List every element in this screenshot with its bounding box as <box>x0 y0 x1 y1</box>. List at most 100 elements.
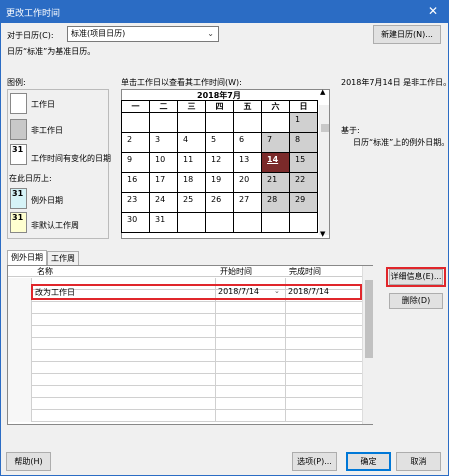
help-button[interactable]: 帮助(H) <box>6 452 51 471</box>
calendar-day[interactable]: 30 <box>121 212 150 233</box>
weekday-header: 三 <box>177 100 206 113</box>
calendar-day[interactable]: 1 <box>289 112 318 133</box>
calendar-day[interactable]: 9 <box>121 152 150 173</box>
calendar-day[interactable]: 22 <box>289 172 318 193</box>
change-working-time-dialog: 更改工作时间 ✕ 对于日历(C): 标准(项目日历) ⌄ 新建日历(N)... … <box>0 0 449 476</box>
calendar-day[interactable]: 17 <box>149 172 178 193</box>
cancel-button[interactable]: 取消 <box>396 452 441 471</box>
calendar-day[interactable]: 24 <box>149 192 178 213</box>
row-selector[interactable] <box>8 386 32 398</box>
column-name[interactable]: 名称 <box>37 266 53 277</box>
calendar-empty-cell <box>289 212 318 233</box>
calendar-day[interactable]: 14 <box>261 152 290 173</box>
table-row[interactable] <box>8 326 362 338</box>
calendar-select[interactable]: 标准(项目日历) ⌄ <box>67 26 219 42</box>
swatch-number: 31 <box>12 189 24 198</box>
column-divider <box>215 302 216 314</box>
row-name[interactable]: 改为工作日 <box>35 287 75 298</box>
close-icon[interactable]: ✕ <box>428 4 438 18</box>
table-row[interactable] <box>8 362 362 374</box>
calendar-day[interactable]: 11 <box>177 152 206 173</box>
row-selector[interactable] <box>8 302 32 314</box>
calendar-empty-cell <box>233 112 262 133</box>
calendar-day[interactable]: 21 <box>261 172 290 193</box>
row-selector[interactable] <box>8 338 32 350</box>
column-finish[interactable]: 完成时间 <box>289 266 321 277</box>
calendar-empty-cell <box>177 212 206 233</box>
row-start[interactable]: 2018/7/14 <box>218 287 259 296</box>
calendar-day[interactable]: 16 <box>121 172 150 193</box>
row-selector[interactable] <box>8 314 32 326</box>
based-on-label: 基于: <box>341 126 360 135</box>
scroll-thumb[interactable] <box>365 280 373 358</box>
calendar-for-label: 对于日历(C): <box>7 31 54 40</box>
calendar-empty-cell <box>261 112 290 133</box>
calendar-day[interactable]: 12 <box>205 152 234 173</box>
calendar-day[interactable]: 29 <box>289 192 318 213</box>
calendar-day[interactable]: 3 <box>149 132 178 153</box>
row-selector[interactable] <box>8 290 32 302</box>
table-row[interactable] <box>8 314 362 326</box>
calendar-day[interactable]: 7 <box>261 132 290 153</box>
calendar-day[interactable]: 18 <box>177 172 206 193</box>
row-selector[interactable] <box>8 410 32 422</box>
delete-button[interactable]: 删除(D) <box>389 293 443 309</box>
start-dropdown-icon[interactable]: ⌄ <box>274 287 280 295</box>
row-selector[interactable] <box>8 326 32 338</box>
details-button[interactable]: 详细信息(E)... <box>389 269 443 285</box>
table-row[interactable] <box>8 398 362 410</box>
row-finish[interactable]: 2018/7/14 <box>288 287 329 296</box>
day-status: 2018年7月14日 是非工作日。 <box>341 78 449 87</box>
row-selector[interactable] <box>8 278 32 290</box>
row-selector[interactable] <box>8 374 32 386</box>
window-title: 更改工作时间 <box>6 9 61 19</box>
calendar-day[interactable]: 19 <box>205 172 234 193</box>
scroll-down-icon[interactable]: ▼ <box>320 230 325 238</box>
column-divider <box>215 350 216 362</box>
column-divider <box>285 338 286 350</box>
table-row[interactable] <box>8 374 362 386</box>
calendar-day[interactable]: 4 <box>177 132 206 153</box>
calendar-day[interactable]: 20 <box>233 172 262 193</box>
tab-exceptions[interactable]: 例外日期 <box>7 250 47 265</box>
grid-scrollbar[interactable] <box>362 266 373 424</box>
calendar-day[interactable]: 27 <box>233 192 262 213</box>
column-divider <box>285 350 286 362</box>
table-row[interactable] <box>8 386 362 398</box>
calendar-day[interactable]: 23 <box>121 192 150 213</box>
weekday-header: 日 <box>289 100 318 113</box>
tab-work-weeks[interactable]: 工作周 <box>47 251 79 265</box>
legend-on-this-calendar: 在此日历上: <box>9 174 52 183</box>
calendar-day[interactable]: 28 <box>261 192 290 213</box>
calendar-day[interactable]: 25 <box>177 192 206 213</box>
calendar-day[interactable]: 2 <box>121 132 150 153</box>
legend-nondefault-swatch: 31 <box>10 212 27 233</box>
table-row[interactable] <box>8 350 362 362</box>
calendar-empty-cell <box>205 212 234 233</box>
calendar-day[interactable]: 10 <box>149 152 178 173</box>
calendar-empty-cell <box>121 112 150 133</box>
calendar-day[interactable]: 5 <box>205 132 234 153</box>
legend-nonworking-label: 非工作日 <box>31 126 63 135</box>
new-calendar-button[interactable]: 新建日历(N)... <box>373 25 441 44</box>
scroll-up-icon[interactable]: ▲ <box>320 88 325 96</box>
row-selector[interactable] <box>8 350 32 362</box>
calendar-day[interactable]: 13 <box>233 152 262 173</box>
calendar-day[interactable]: 8 <box>289 132 318 153</box>
ok-button[interactable]: 确定 <box>346 452 391 471</box>
calendar-empty-cell <box>177 112 206 133</box>
column-divider <box>215 374 216 386</box>
column-divider <box>215 398 216 410</box>
table-row[interactable] <box>8 338 362 350</box>
calendar-day[interactable]: 6 <box>233 132 262 153</box>
legend-title: 图例: <box>7 78 26 87</box>
calendar-day[interactable]: 26 <box>205 192 234 213</box>
table-row[interactable] <box>8 302 362 314</box>
calendar-day[interactable]: 31 <box>149 212 178 233</box>
column-start[interactable]: 开始时间 <box>220 266 252 277</box>
options-button[interactable]: 选项(P)... <box>292 452 337 471</box>
row-selector[interactable] <box>8 362 32 374</box>
table-row[interactable] <box>8 410 362 422</box>
row-selector[interactable] <box>8 398 32 410</box>
calendar-day[interactable]: 15 <box>289 152 318 173</box>
